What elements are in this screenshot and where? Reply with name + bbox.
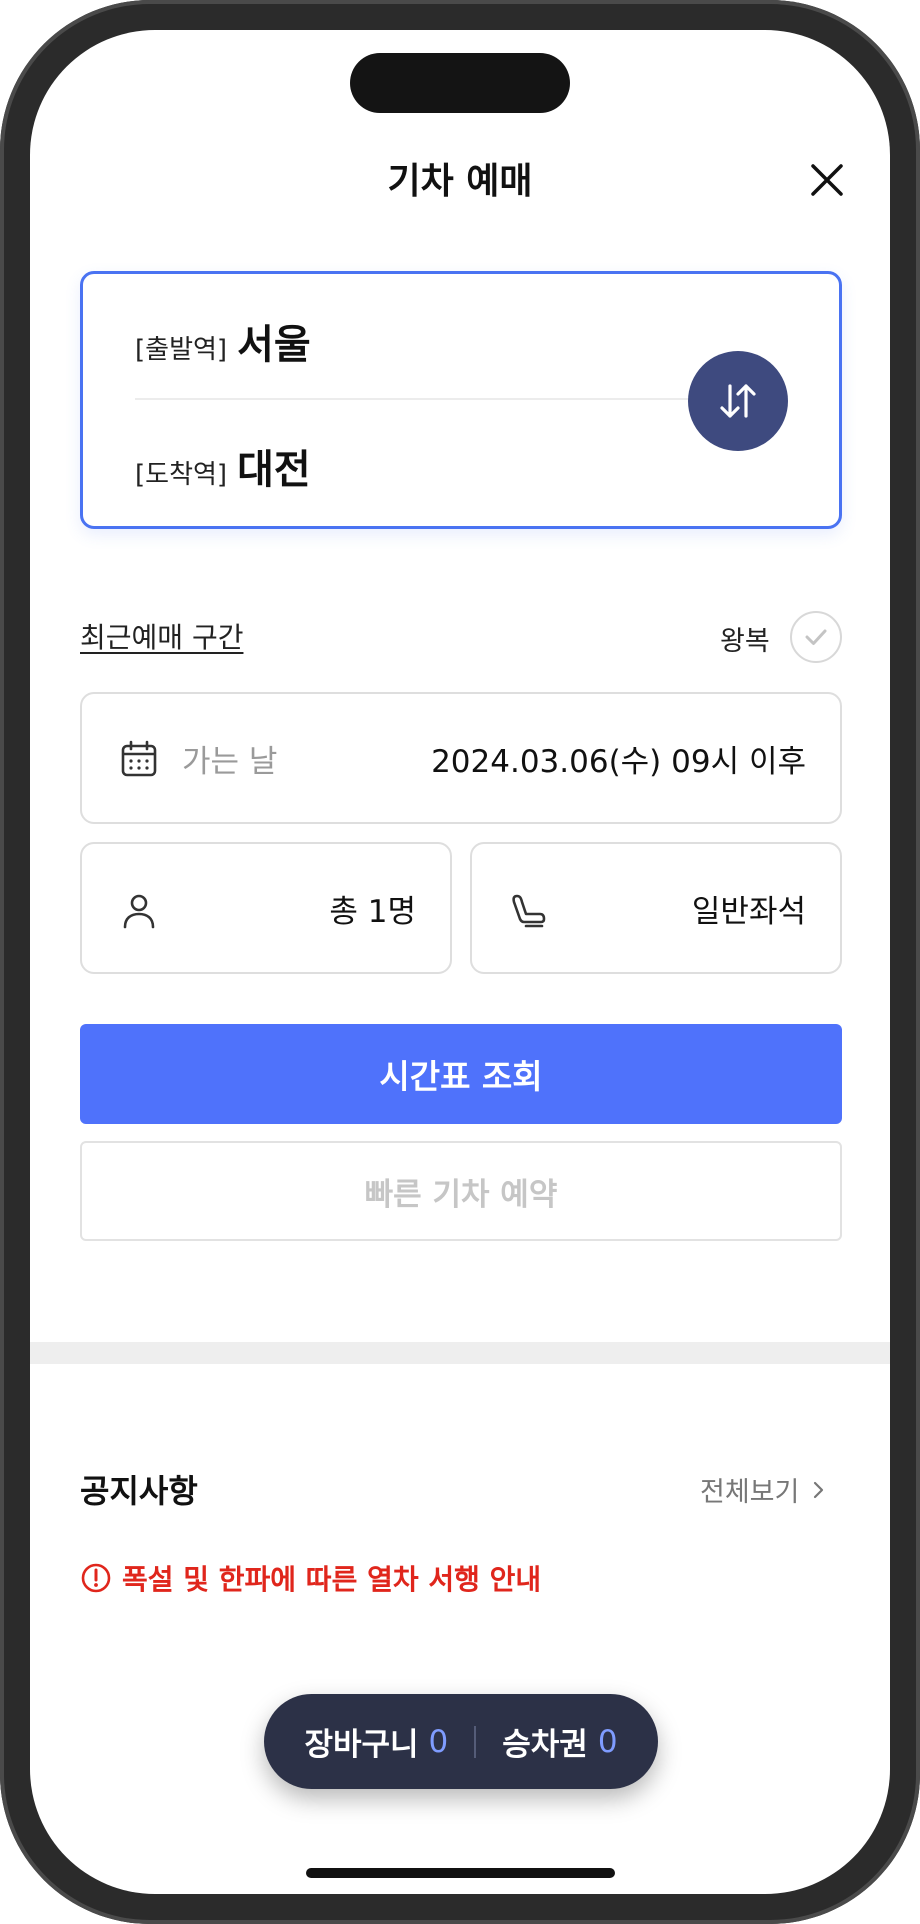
ticket-label: 승차권 (502, 1727, 588, 1763)
passenger-count-field[interactable]: 총 1명 (80, 842, 452, 974)
close-button[interactable] (805, 158, 849, 202)
swap-arrows-icon (720, 384, 756, 418)
search-timetable-button[interactable]: 시간표 조회 (80, 1024, 842, 1124)
ticket-count: 0 (597, 1723, 618, 1760)
cart-ticket-pill: 장바구니 0 승차권 0 (264, 1694, 658, 1789)
home-indicator[interactable] (306, 1868, 615, 1878)
notice-item-text: 폭설 및 한파에 따른 열차 서행 안내 (122, 1563, 542, 1596)
departure-tag: [출발역] (135, 335, 228, 365)
recent-routes-link[interactable]: 최근예매 구간 (80, 616, 243, 656)
calendar-icon (118, 738, 160, 780)
arrival-station-field[interactable]: [도착역] 대전 (135, 437, 311, 507)
notice-section-title: 공지사항 (80, 1472, 198, 1510)
basket-button[interactable]: 장바구니 0 (304, 1719, 448, 1764)
view-all-label: 전체보기 (700, 1477, 800, 1508)
page-title: 기차 예매 (387, 161, 533, 202)
camera-notch (350, 53, 570, 113)
basket-label: 장바구니 (304, 1727, 419, 1763)
passenger-value: 총 1명 (329, 894, 416, 930)
check-icon (805, 629, 827, 645)
seat-icon (508, 890, 550, 932)
person-icon (118, 890, 160, 932)
departure-date-field[interactable]: 가는 날 2024.03.06(수) 09시 이후 (80, 692, 842, 824)
chevron-right-icon (814, 1481, 824, 1498)
alert-circle-icon (81, 1563, 111, 1593)
notice-item[interactable]: 폭설 및 한파에 따른 열차 서행 안내 (80, 1558, 541, 1598)
close-icon (811, 164, 843, 196)
seat-value: 일반좌석 (691, 894, 806, 930)
basket-count: 0 (428, 1723, 449, 1760)
round-trip-checkbox[interactable] (790, 611, 842, 663)
arrival-station-name: 대전 (237, 447, 311, 493)
section-divider (30, 1342, 890, 1364)
station-divider (135, 398, 695, 400)
date-value: 2024.03.06(수) 09시 이후 (431, 744, 806, 780)
pill-separator (474, 1725, 477, 1758)
tickets-button[interactable]: 승차권 0 (502, 1719, 617, 1764)
departure-station-name: 서울 (237, 322, 311, 368)
departure-station-field[interactable]: [출발역] 서울 (135, 312, 311, 382)
seat-class-field[interactable]: 일반좌석 (470, 842, 842, 974)
quick-reservation-button[interactable]: 빠른 기차 예약 (80, 1141, 842, 1241)
swap-stations-button[interactable] (688, 351, 788, 451)
station-selector-card: [출발역] 서울 [도착역] 대전 (80, 271, 842, 529)
round-trip-label: 왕복 (720, 626, 770, 657)
arrival-tag: [도착역] (135, 460, 228, 490)
date-label: 가는 날 (182, 744, 278, 780)
notice-view-all-link[interactable]: 전체보기 (700, 1470, 829, 1509)
